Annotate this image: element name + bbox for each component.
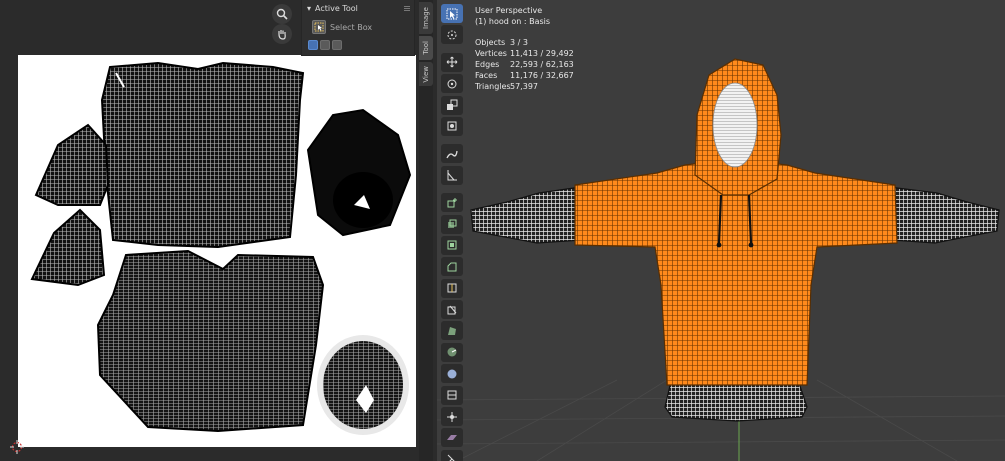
mode-extend-button[interactable] (320, 40, 330, 50)
shear-icon[interactable] (441, 428, 463, 448)
uv-island-back (96, 249, 325, 433)
annotate-icon[interactable] (441, 144, 463, 164)
tab-tool[interactable]: Tool (419, 36, 433, 60)
select-box-label: Select Box (330, 23, 373, 32)
tab-image[interactable]: Image (419, 2, 433, 34)
chevron-down-icon: ▾ (307, 4, 312, 13)
bevel-icon[interactable] (441, 257, 463, 277)
hand-pan-icon[interactable] (272, 24, 292, 44)
stat-row: Objects 3 / 3 (475, 38, 528, 47)
2d-cursor-icon[interactable] (10, 440, 24, 454)
active-tool-title: Active Tool (315, 4, 358, 13)
view-name: User Perspective (475, 6, 543, 15)
object-info: (1) hood on : Basis (475, 17, 551, 26)
scale-icon[interactable] (441, 95, 463, 115)
add-cube-icon[interactable] (441, 193, 463, 213)
active-tool-header[interactable]: ▾ Active Tool (307, 4, 358, 13)
viewport-toolbar (441, 4, 465, 461)
uv-island-front (100, 61, 305, 249)
spin-icon[interactable] (441, 342, 463, 362)
left-sleeve-cuff (470, 186, 584, 244)
panel-grip-icon[interactable] (404, 5, 410, 11)
face-opening (712, 82, 758, 168)
uv-island-sleeve-1 (34, 123, 110, 206)
measure-icon[interactable] (441, 165, 463, 185)
cursor-icon[interactable] (441, 25, 463, 45)
uv-image-canvas[interactable] (18, 55, 416, 447)
uv-layout (30, 61, 412, 435)
loop-cut-icon[interactable] (441, 278, 463, 298)
edge-slide-icon[interactable] (441, 385, 463, 405)
select-box-icon[interactable] (441, 4, 463, 23)
selection-mode-buttons (308, 40, 342, 50)
uv-editor[interactable]: ▾ Active Tool Select Box Image Tool View (0, 0, 437, 461)
tab-view[interactable]: View (419, 62, 433, 86)
zoom-icon[interactable] (272, 4, 292, 24)
smooth-icon[interactable] (441, 364, 463, 384)
3d-viewport[interactable]: User Perspective (1) hood on : Basis Obj… (437, 0, 1005, 461)
move-icon[interactable] (441, 52, 463, 72)
hoodie-mesh[interactable] (467, 55, 1005, 461)
knife-icon[interactable] (441, 300, 463, 320)
transform-icon[interactable] (441, 116, 463, 136)
shrink-fatten-icon[interactable] (441, 407, 463, 427)
right-sleeve-cuff (888, 186, 1000, 244)
sidebar-tabs: Image Tool View (419, 0, 433, 461)
poly-build-icon[interactable] (441, 321, 463, 341)
inset-icon[interactable] (441, 235, 463, 255)
select-box-tool-button[interactable] (312, 20, 326, 34)
mode-subtract-button[interactable] (332, 40, 342, 50)
mode-set-button[interactable] (308, 40, 318, 50)
select-box-icon (314, 22, 324, 32)
active-tool-panel: ▾ Active Tool Select Box (301, 0, 415, 56)
extrude-icon[interactable] (441, 214, 463, 234)
rip-icon[interactable] (441, 449, 463, 461)
uv-island-sleeve-2 (30, 208, 106, 287)
rotate-icon[interactable] (441, 74, 463, 94)
